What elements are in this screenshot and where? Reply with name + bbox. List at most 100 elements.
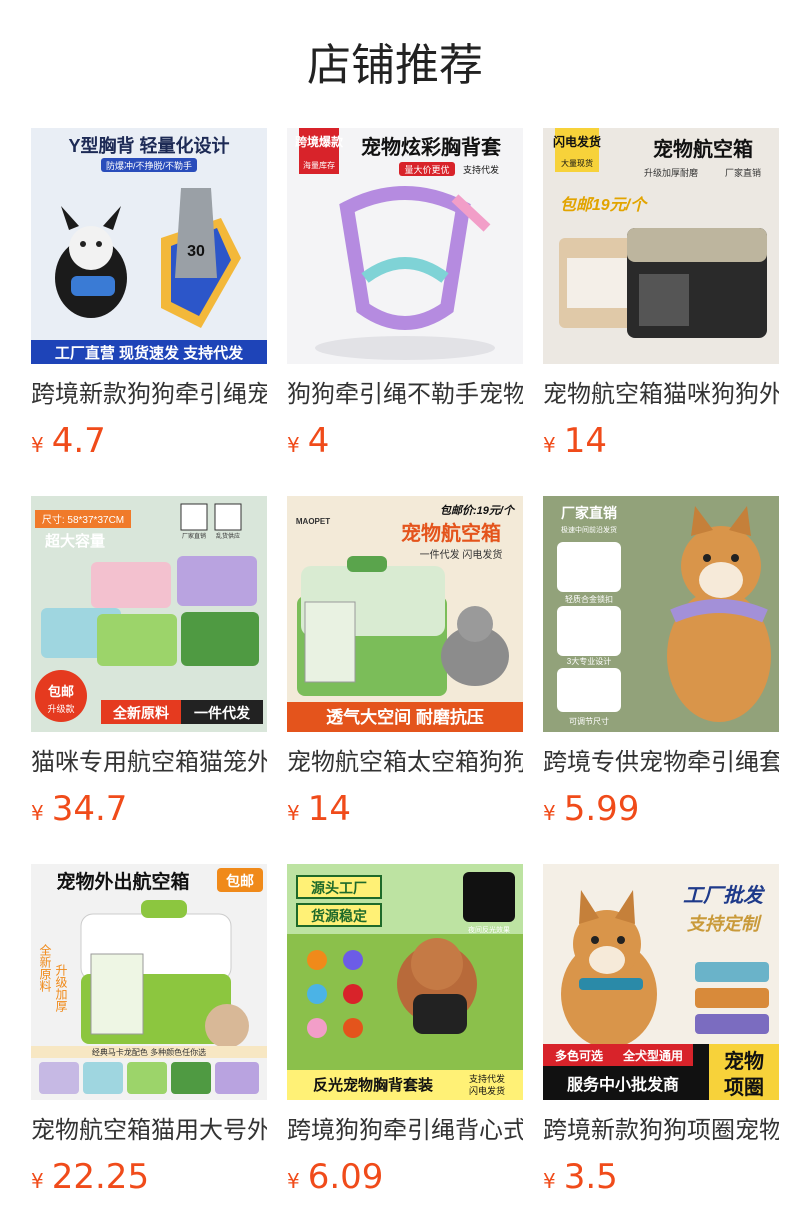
product-price: ¥ 6.09	[287, 1156, 523, 1198]
product-card[interactable]: 厂家直销 极速中间前沿发货 轻质合金锁扣 3大专业设计 可调节尺寸 跨境专供宠物…	[543, 496, 779, 864]
product-image[interactable]: 宠物外出航空箱 包邮 全新原料 升级加厚 经典马卡龙配色 多种颜色任你选	[31, 864, 267, 1100]
image-sub-top: 升级加厚耐磨	[644, 167, 698, 178]
image-promo: 包邮19元/个	[560, 196, 648, 214]
image-big-2: 项圈	[724, 1076, 764, 1099]
image-corner-sub: 大量现货	[561, 158, 593, 168]
image-tag-1: 多色可选	[555, 1048, 603, 1063]
image-night: 夜间反光效果	[468, 925, 510, 934]
image-banner-top: 厂家直销	[561, 505, 617, 521]
product-price: ¥ 14	[543, 420, 779, 462]
image-banner-top: 宠物外出航空箱	[56, 870, 189, 893]
price-value: 14	[307, 789, 351, 829]
product-image[interactable]: 源头工厂 货源稳定 夜间反光效果 反光宠物胸背套装 支持代发 闪电发货	[287, 864, 523, 1100]
product-card[interactable]: 工厂批发 支持定制 多色可选 全犬型通用 服务中小批发商 宠物 项圈 跨境新款狗…	[543, 864, 779, 1232]
product-card[interactable]: MAOPET 包邮价:19元/个 宠物航空箱 一件代发 闪电发货 透气大空间 耐…	[287, 496, 523, 864]
price-value: 22.25	[51, 1157, 150, 1197]
image-side-2: 升级加厚	[54, 964, 68, 1012]
image-banner-top: 宠物航空箱	[401, 521, 501, 545]
currency-symbol: ¥	[543, 801, 556, 825]
image-banner-top: 源头工厂	[311, 880, 367, 896]
product-image[interactable]: 工厂批发 支持定制 多色可选 全犬型通用 服务中小批发商 宠物 项圈	[543, 864, 779, 1100]
price-value: 5.99	[563, 789, 640, 829]
image-banner-bottom: 工厂直营 现货速发 支持代发	[55, 344, 244, 362]
product-image[interactable]: MAOPET 包邮价:19元/个 宠物航空箱 一件代发 闪电发货 透气大空间 耐…	[287, 496, 523, 732]
image-side-1: 全新原料	[38, 943, 52, 992]
currency-symbol: ¥	[287, 1169, 300, 1193]
product-image[interactable]: Y型胸背 轻量化设计 防爆冲/不挣脱/不勒手 30 工厂直营 现货速发 支持代发	[31, 128, 267, 364]
image-feature-1: 轻质合金锁扣	[565, 594, 613, 604]
product-name[interactable]: 跨境新款狗狗牵引绳宠物胸背	[31, 378, 267, 410]
image-sub-top: 量大价更优	[404, 164, 449, 175]
product-name[interactable]: 跨境专供宠物牵引绳套装胸背	[543, 746, 779, 778]
product-image[interactable]: 跨境爆款 海量库存 宠物炫彩胸背套 量大价更优 支持代发	[287, 128, 523, 364]
image-sub-bottom-2: 闪电发货	[469, 1085, 505, 1096]
image-banner-top-2: 货源稳定	[310, 908, 367, 924]
image-banner-top: 工厂批发	[683, 884, 766, 907]
image-size-label: 尺寸: 58*37*37CM	[42, 513, 124, 526]
image-sub-bottom: 支持代发	[469, 1073, 505, 1084]
image-sub-top: 极速中间前沿发货	[561, 525, 617, 534]
product-name[interactable]: 狗狗牵引绳不勒手宠物胸背套	[287, 378, 523, 410]
product-card[interactable]: 尺寸: 58*37*37CM 超大容量 厂家直销 乱货供应 包邮 升级款 全新原…	[31, 496, 267, 864]
image-banner-top: 宠物炫彩胸背套	[361, 135, 501, 159]
product-name[interactable]: 宠物航空箱猫用大号外出箱	[31, 1114, 267, 1146]
image-corner-tag: 跨境爆款	[295, 134, 344, 149]
product-name[interactable]: 宠物航空箱猫咪狗狗外出箱	[543, 378, 779, 410]
product-name[interactable]: 跨境新款狗狗项圈宠物项圈	[543, 1114, 779, 1146]
image-banner-bottom: 透气大空间 耐磨抗压	[326, 707, 484, 727]
image-banner-top: 宠物航空箱	[653, 137, 753, 161]
page-title: 店铺推荐	[307, 40, 483, 91]
product-name[interactable]: 猫咪专用航空箱猫笼外出便携	[31, 746, 267, 778]
image-strip: 经典马卡龙配色 多种颜色任你选	[92, 1047, 206, 1057]
image-badge: 包邮	[48, 684, 74, 699]
price-value: 6.09	[307, 1157, 384, 1197]
product-grid: Y型胸背 轻量化设计 防爆冲/不挣脱/不勒手 30 工厂直营 现货速发 支持代发…	[0, 128, 790, 1232]
currency-symbol: ¥	[287, 801, 300, 825]
image-feature-3: 可调节尺寸	[569, 716, 609, 726]
image-promo: 包邮价:19元/个	[440, 504, 516, 517]
image-tag: 30	[187, 243, 205, 260]
image-banner-bottom: 反光宠物胸背套装	[313, 1076, 434, 1094]
image-icon-label-1: 厂家直销	[182, 532, 206, 540]
image-tag-2: 全犬型通用	[622, 1048, 683, 1063]
image-banner-bottom-2: 一件代发	[194, 705, 251, 721]
product-price: ¥ 22.25	[31, 1156, 267, 1198]
image-sub-top: 防爆冲/不挣脱/不勒手	[106, 160, 192, 171]
image-brand: MAOPET	[296, 517, 330, 526]
price-value: 3.5	[563, 1157, 618, 1197]
image-banner-top-2: 支持定制	[687, 914, 762, 934]
price-value: 4	[307, 421, 330, 461]
currency-symbol: ¥	[31, 433, 44, 457]
product-card[interactable]: 宠物外出航空箱 包邮 全新原料 升级加厚 经典马卡龙配色 多种颜色任你选 宠物航…	[31, 864, 267, 1232]
image-sub-top: 一件代发 闪电发货	[420, 548, 503, 561]
product-image[interactable]: 闪电发货 大量现货 宠物航空箱 升级加厚耐磨 厂家直销 包邮19元/个	[543, 128, 779, 364]
image-corner-tag: 闪电发货	[553, 134, 601, 149]
product-image[interactable]: 尺寸: 58*37*37CM 超大容量 厂家直销 乱货供应 包邮 升级款 全新原…	[31, 496, 267, 732]
currency-symbol: ¥	[31, 1169, 44, 1193]
currency-symbol: ¥	[31, 801, 44, 825]
product-price: ¥ 5.99	[543, 788, 779, 830]
header: 店铺推荐	[0, 0, 790, 128]
product-price: ¥ 14	[287, 788, 523, 830]
product-price: ¥ 4.7	[31, 420, 267, 462]
product-image[interactable]: 厂家直销 极速中间前沿发货 轻质合金锁扣 3大专业设计 可调节尺寸	[543, 496, 779, 732]
product-card[interactable]: 跨境爆款 海量库存 宠物炫彩胸背套 量大价更优 支持代发 狗狗牵引绳不勒手宠物胸…	[287, 128, 523, 496]
image-banner-top: Y型胸背 轻量化设计	[68, 135, 229, 156]
product-price: ¥ 3.5	[543, 1156, 779, 1198]
product-card[interactable]: 源头工厂 货源稳定 夜间反光效果 反光宠物胸背套装 支持代发 闪电发货 跨境狗狗…	[287, 864, 523, 1232]
image-badge-sub: 升级款	[47, 703, 74, 714]
product-card[interactable]: Y型胸背 轻量化设计 防爆冲/不挣脱/不勒手 30 工厂直营 现货速发 支持代发…	[31, 128, 267, 496]
product-name[interactable]: 跨境狗狗牵引绳背心式宠物胸背	[287, 1114, 523, 1146]
currency-symbol: ¥	[543, 1169, 556, 1193]
image-icon-label-2: 乱货供应	[216, 532, 240, 540]
image-sub-top-2: 支持代发	[463, 164, 499, 175]
currency-symbol: ¥	[543, 433, 556, 457]
price-value: 4.7	[51, 421, 106, 461]
image-corner-sub: 海量库存	[303, 160, 335, 170]
product-card[interactable]: 闪电发货 大量现货 宠物航空箱 升级加厚耐磨 厂家直销 包邮19元/个 宠物航空…	[543, 128, 779, 496]
product-price: ¥ 4	[287, 420, 523, 462]
price-value: 14	[563, 421, 607, 461]
price-value: 34.7	[51, 789, 128, 829]
image-capacity: 超大容量	[44, 532, 105, 550]
product-name[interactable]: 宠物航空箱太空箱狗狗外出箱	[287, 746, 523, 778]
